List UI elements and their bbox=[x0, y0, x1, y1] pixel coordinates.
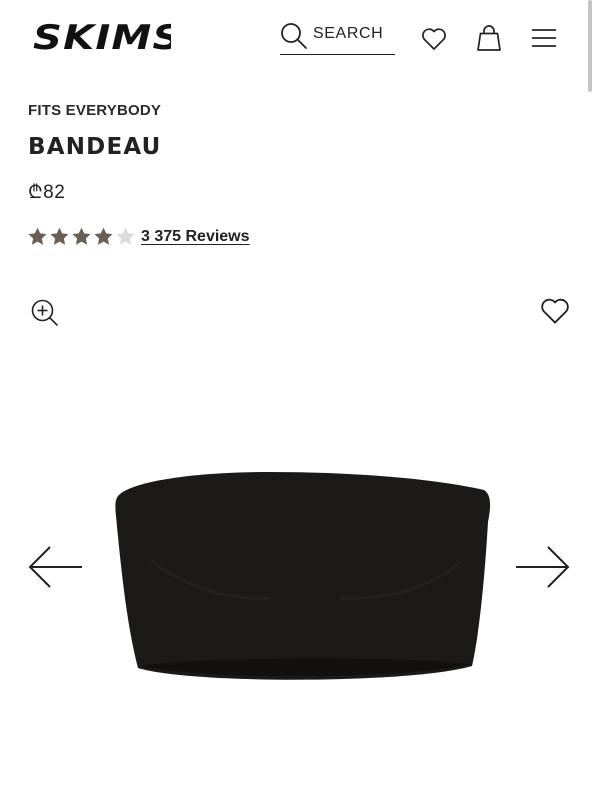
star-icon-empty bbox=[116, 227, 135, 245]
product-price: ₾82 bbox=[28, 182, 66, 203]
heart-icon[interactable] bbox=[421, 27, 447, 51]
svg-text:SKIMS: SKIMS bbox=[33, 18, 171, 54]
menu-icon[interactable] bbox=[531, 28, 557, 48]
skims-logo[interactable]: SKIMS bbox=[33, 17, 181, 59]
star-icon-filled bbox=[50, 227, 69, 245]
zoom-in-icon[interactable] bbox=[30, 298, 60, 328]
logo-wordmark: SKIMS bbox=[33, 17, 181, 57]
product-title: BANDEAU bbox=[28, 134, 162, 160]
product-collection: FITS EVERYBODY bbox=[28, 102, 162, 119]
reviews-link[interactable]: 3 375 Reviews bbox=[141, 228, 250, 246]
star-icon-filled bbox=[94, 227, 113, 245]
rating-stars bbox=[27, 226, 137, 248]
star-icon-filled bbox=[72, 227, 91, 245]
wishlist-heart-icon[interactable] bbox=[540, 297, 570, 325]
product-image-bandeau[interactable] bbox=[110, 470, 494, 690]
star-icon-filled bbox=[28, 227, 47, 245]
arrow-left-icon[interactable] bbox=[28, 543, 84, 591]
search-label: SEARCH bbox=[313, 25, 384, 42]
scrollbar[interactable] bbox=[588, 0, 592, 92]
arrow-right-icon[interactable] bbox=[514, 543, 570, 591]
search-field[interactable]: SEARCH bbox=[280, 18, 395, 55]
bag-icon[interactable] bbox=[476, 24, 502, 52]
site-header: SKIMS SEARCH bbox=[0, 0, 596, 76]
search-icon bbox=[281, 23, 307, 49]
